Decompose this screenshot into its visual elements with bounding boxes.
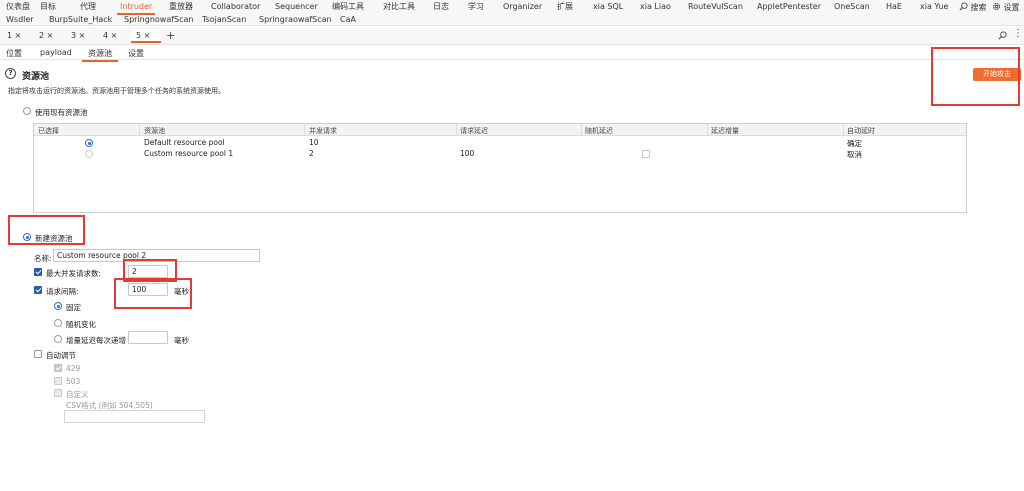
- new-pool-radio[interactable]: [23, 233, 31, 241]
- col-selected[interactable]: 已选择: [38, 126, 59, 136]
- menu-xia-sql[interactable]: xia SQL: [593, 2, 623, 12]
- custom-codes-label: 自定义: [66, 390, 89, 399]
- menu-comparer[interactable]: 对比工具: [383, 2, 415, 12]
- highlight-request-interval: [114, 278, 192, 309]
- tab-resource-pool[interactable]: 资源池: [82, 48, 118, 62]
- delay-cell: 100: [460, 149, 475, 158]
- instance-tab-4[interactable]: 4 ×: [98, 29, 128, 43]
- menu-xia-liao[interactable]: xia Liao: [640, 2, 671, 12]
- menu-logger[interactable]: 日志: [433, 2, 449, 12]
- increment-delay-label: 增量延迟每次递增: [66, 336, 126, 345]
- menu-sequencer[interactable]: Sequencer: [275, 2, 318, 12]
- code-429-label: 429: [66, 364, 81, 373]
- tab-positions[interactable]: 位置: [6, 48, 22, 59]
- search-button[interactable]: 搜索: [959, 2, 987, 13]
- menu-repeater[interactable]: 重放器: [169, 2, 193, 12]
- code-503-checkbox[interactable]: [54, 377, 62, 385]
- table-header: 已选择 资源池 并发请求 请求延迟 随机延迟 延迟增量 自动延时: [34, 124, 966, 136]
- max-concurrent-label: 最大并发请求数:: [46, 269, 102, 278]
- tab-payloads[interactable]: payload: [40, 48, 72, 57]
- main-menu-bar: 仪表盘 目标 代理 Intruder 重放器 Collaborator Sequ…: [0, 0, 1024, 26]
- menu-wsdler[interactable]: Wsdler: [6, 15, 34, 25]
- menu-dashboard[interactable]: 仪表盘: [6, 2, 30, 12]
- settings-label: 设置: [1003, 3, 1020, 12]
- code-503-label: 503: [66, 377, 81, 386]
- menu-caa[interactable]: CaA: [340, 15, 356, 25]
- add-tab-button[interactable]: +: [166, 29, 175, 42]
- menu-springraowafscan[interactable]: SpringraowafScan: [259, 15, 332, 25]
- use-existing-pool-radio[interactable]: [23, 107, 31, 115]
- section-description: 指定将攻击运行的资源池。资源池用于管理多个任务的系统资源使用。: [8, 87, 225, 95]
- settings-button[interactable]: 设置: [992, 2, 1020, 13]
- table-row[interactable]: Default resource pool 10 确定: [34, 137, 966, 148]
- gear-icon: [992, 2, 1001, 11]
- fixed-delay-radio[interactable]: [54, 302, 62, 310]
- menu-proxy[interactable]: 代理: [80, 2, 96, 12]
- table-row[interactable]: Custom resource pool 1 2 100 取消: [34, 148, 966, 159]
- instance-tab-2[interactable]: 2 ×: [34, 29, 64, 43]
- col-auto-delay[interactable]: 自动延时: [847, 126, 875, 136]
- col-delay-increment[interactable]: 延迟增量: [711, 126, 739, 136]
- search-icon: [959, 2, 968, 11]
- col-pool[interactable]: 资源池: [144, 126, 165, 136]
- auto-adjust-label: 自动调节: [46, 351, 76, 360]
- row-select-radio[interactable]: [85, 150, 93, 158]
- instance-tab-1[interactable]: 1 ×: [2, 29, 32, 43]
- random-delay-checkbox[interactable]: [642, 150, 650, 158]
- custom-codes-checkbox[interactable]: [54, 389, 62, 397]
- instance-tab-3[interactable]: 3 ×: [66, 29, 96, 43]
- col-delay[interactable]: 请求延迟: [460, 126, 488, 136]
- more-options-icon[interactable]: ⋮: [1013, 28, 1023, 39]
- menu-routevulscan[interactable]: RouteVulScan: [688, 2, 743, 12]
- concurrent-cell: 10: [309, 138, 319, 147]
- resource-pool-table: 已选择 资源池 并发请求 请求延迟 随机延迟 延迟增量 自动延时 Default…: [33, 123, 967, 213]
- code-429-checkbox[interactable]: [54, 364, 62, 372]
- random-delay-label: 随机变化: [66, 320, 96, 329]
- col-concurrent[interactable]: 并发请求: [309, 126, 337, 136]
- auto-adjust-checkbox[interactable]: [34, 350, 42, 358]
- menu-tsojanscan[interactable]: TsojanScan: [202, 15, 246, 25]
- menu-organizer[interactable]: Organizer: [503, 2, 542, 12]
- increment-delay-input[interactable]: [128, 331, 168, 344]
- pool-name-cell: Custom resource pool 1: [144, 149, 234, 158]
- menu-extensions[interactable]: 扩展: [557, 2, 573, 12]
- request-interval-label: 请求间隔:: [46, 287, 79, 296]
- request-interval-checkbox[interactable]: [34, 286, 42, 294]
- menu-onescan[interactable]: OneScan: [834, 2, 870, 12]
- csv-codes-input[interactable]: [64, 410, 205, 423]
- section-title: 资源池: [22, 72, 50, 82]
- help-icon[interactable]: ?: [5, 68, 16, 79]
- new-pool-label: 新建资源池: [35, 234, 73, 243]
- auto-delay-cell: 取消: [847, 150, 862, 159]
- menu-burpsuite-hack[interactable]: BurpSuite_Hack: [49, 15, 112, 25]
- menu-xia-yue[interactable]: xia Yue: [920, 2, 948, 12]
- menu-decoder[interactable]: 编码工具: [332, 2, 364, 12]
- increment-delay-radio[interactable]: [54, 335, 62, 343]
- row-select-radio[interactable]: [85, 139, 93, 147]
- fixed-delay-label: 固定: [66, 303, 81, 312]
- tab-search-icon[interactable]: [998, 31, 1007, 40]
- highlight-start-attack: [931, 47, 1020, 106]
- intruder-subtabs: 位置 payload 资源池 设置: [0, 46, 1024, 62]
- concurrent-cell: 2: [309, 149, 314, 158]
- menu-springnowafscan[interactable]: SpringnowafScan: [124, 15, 194, 25]
- max-concurrent-checkbox[interactable]: [34, 268, 42, 276]
- search-label: 搜索: [970, 3, 987, 12]
- col-random-delay[interactable]: 随机延迟: [585, 126, 613, 136]
- pool-name-cell: Default resource pool: [144, 138, 225, 147]
- pool-name-label: 名称:: [34, 254, 52, 263]
- menu-collaborator[interactable]: Collaborator: [211, 2, 260, 12]
- menu-appletpentester[interactable]: AppletPentester: [757, 2, 821, 12]
- use-existing-pool-label: 使用现有资源池: [35, 108, 88, 117]
- menu-target[interactable]: 目标: [40, 2, 56, 12]
- menu-learn[interactable]: 学习: [468, 2, 484, 12]
- random-delay-radio[interactable]: [54, 319, 62, 327]
- menu-hae[interactable]: HaE: [886, 2, 902, 12]
- increment-ms-unit: 毫秒: [174, 336, 189, 345]
- intruder-instance-tabs: 1 × 2 × 3 × 4 × 5 × + ⋮: [0, 27, 1024, 45]
- tab-settings[interactable]: 设置: [128, 48, 144, 59]
- menu-intruder[interactable]: Intruder: [116, 2, 156, 15]
- instance-tab-5[interactable]: 5 ×: [131, 29, 161, 43]
